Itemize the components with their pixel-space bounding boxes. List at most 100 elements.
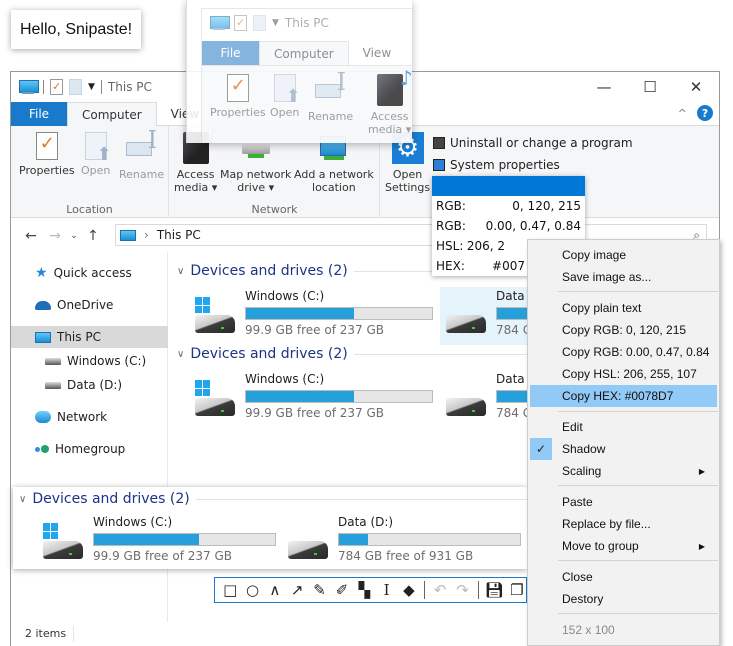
map-drive-label-1: Map network: [220, 168, 292, 181]
tab-file[interactable]: File: [11, 102, 67, 126]
pencil-tool-icon[interactable]: ✎: [310, 580, 328, 600]
menu-item-move-to-group[interactable]: Move to group ▶: [530, 535, 717, 557]
pasted-drives-image[interactable]: ∨ Devices and drives (2) Windows (C:) 99…: [13, 487, 536, 569]
menu-item-shadow[interactable]: ✓ Shadow: [530, 438, 717, 460]
toolbar-separator: [424, 581, 426, 599]
mosaic-tool-icon[interactable]: ▚: [355, 580, 373, 600]
drive-tile-c[interactable]: Windows (C:) 99.9 GB free of 237 GB: [189, 370, 437, 428]
nav-onedrive[interactable]: OneDrive: [11, 294, 168, 316]
drive-free-space: 99.9 GB free of 237 GB: [245, 323, 384, 337]
quick-access-toolbar: ▼ This PC: [19, 79, 152, 95]
menu-item-paste[interactable]: Paste: [530, 491, 717, 513]
menu-item-copy-hex[interactable]: Copy HEX: #0078D7: [530, 385, 717, 407]
properties-icon[interactable]: [50, 79, 63, 95]
save-icon[interactable]: 💾︎: [485, 580, 504, 600]
undo-icon[interactable]: ↶: [431, 580, 449, 600]
eraser-tool-icon[interactable]: ◆: [400, 580, 418, 600]
separator: [100, 80, 102, 94]
properties-icon: [234, 15, 247, 31]
system-links: Uninstall or change a program System pro…: [433, 132, 633, 176]
recent-dropdown-icon[interactable]: ⌄: [67, 231, 81, 241]
ghost-open: Open: [270, 74, 301, 119]
group-divider: [195, 498, 536, 500]
nav-label: This PC: [57, 330, 101, 344]
nav-homegroup[interactable]: Homegroup: [11, 438, 168, 460]
nav-this-pc[interactable]: This PC: [11, 326, 168, 348]
drive-name: Windows (C:): [245, 372, 325, 386]
forward-arrow-icon[interactable]: →: [43, 228, 67, 244]
text-tool-icon[interactable]: I: [377, 580, 395, 600]
ghost-title-bar: ▼ This PC: [210, 15, 329, 31]
rectangle-tool-icon[interactable]: □: [221, 580, 239, 600]
minimize-button[interactable]: —: [581, 72, 627, 102]
redo-icon[interactable]: ↷: [453, 580, 471, 600]
menu-item-copy-hsl[interactable]: Copy HSL: 206, 255, 107: [530, 363, 717, 385]
drive-icon: [446, 380, 488, 416]
submenu-arrow-icon: ▶: [698, 466, 705, 476]
toolbar-separator: [477, 581, 479, 599]
open-icon: [84, 132, 112, 161]
arrow-tool-icon[interactable]: ↗: [288, 580, 306, 600]
nav-network[interactable]: Network: [11, 406, 168, 428]
cloud-icon: [35, 300, 51, 310]
uninstall-program-link[interactable]: Uninstall or change a program: [433, 132, 633, 154]
nav-data-d[interactable]: Data (D:): [11, 374, 168, 396]
back-arrow-icon[interactable]: ←: [19, 228, 43, 244]
ribbon-group-location: Properties Open Rename Location: [11, 126, 169, 218]
menu-item-copy-rgb-float[interactable]: Copy RGB: 0.00, 0.47, 0.84: [530, 341, 717, 363]
uninstall-icon: [433, 137, 445, 149]
breadcrumb-this-pc[interactable]: This PC: [157, 228, 201, 242]
uninstall-label: Uninstall or change a program: [450, 136, 633, 150]
drive-icon: [45, 381, 61, 389]
rename-button[interactable]: Rename: [119, 132, 164, 181]
rename-icon: [314, 74, 347, 106]
help-icon[interactable]: ?: [697, 105, 713, 121]
drive-usage-bar: [93, 533, 276, 546]
marker-tool-icon[interactable]: ✐: [333, 580, 351, 600]
chevron-down-icon: ∨: [177, 348, 185, 360]
properties-button[interactable]: Properties: [19, 132, 75, 177]
ghost-rename: Rename: [308, 74, 353, 123]
drive-tile-c[interactable]: Windows (C:) 99.9 GB free of 237 GB: [189, 287, 437, 345]
pasted-ribbon-image[interactable]: ▼ This PC File Computer View Properties …: [186, 0, 412, 143]
rgb-float-row: RGB: 0.00, 0.47, 0.84: [436, 219, 581, 233]
nav-windows-c[interactable]: Windows (C:): [11, 350, 168, 372]
homegroup-icon: [35, 443, 49, 455]
menu-separator: [558, 291, 718, 292]
polyline-tool-icon[interactable]: ∧: [266, 580, 284, 600]
note-text: Hello, Snipaste!: [19, 20, 133, 38]
submenu-arrow-icon: ▶: [698, 541, 705, 551]
new-folder-icon[interactable]: [69, 79, 82, 95]
settings-label-2: Settings: [385, 181, 431, 194]
windows-drive-icon: [195, 297, 237, 333]
menu-item-close[interactable]: Close: [530, 566, 717, 588]
menu-item-destroy[interactable]: Destory: [530, 588, 717, 610]
copy-icon[interactable]: ❐: [508, 580, 526, 600]
nav-quick-access[interactable]: ★ Quick access: [11, 262, 168, 284]
menu-item-copy-rgb[interactable]: Copy RGB: 0, 120, 215: [530, 319, 717, 341]
group-label-network: Network: [251, 203, 298, 216]
properties-icon: [226, 74, 249, 102]
drive-icon: [446, 297, 488, 333]
menu-item-replace-by-file[interactable]: Replace by file...: [530, 513, 717, 535]
menu-item-scaling[interactable]: Scaling ▶: [530, 460, 717, 482]
up-arrow-icon[interactable]: ↑: [81, 228, 105, 244]
menu-item-copy-plain-text[interactable]: Copy plain text: [530, 297, 717, 319]
close-button[interactable]: ✕: [673, 72, 719, 102]
drive-icon: [45, 357, 61, 365]
menu-separator: [558, 560, 718, 561]
menu-item-edit[interactable]: Edit: [530, 416, 717, 438]
open-button[interactable]: Open: [81, 132, 112, 177]
tab-computer[interactable]: Computer: [67, 102, 157, 127]
group-header[interactable]: ∨ Devices and drives (2): [177, 346, 554, 362]
drive-tile-d[interactable]: Data (D:) 784 GB free of 931 GB: [440, 370, 684, 428]
menu-item-copy-image[interactable]: Copy image: [530, 244, 717, 266]
system-properties-link[interactable]: System properties: [433, 154, 633, 176]
menu-item-save-image-as[interactable]: Save image as...: [530, 266, 717, 288]
collapse-ribbon-icon[interactable]: ^: [678, 107, 687, 120]
maximize-button[interactable]: ☐: [627, 72, 673, 102]
pasted-text-note[interactable]: Hello, Snipaste!: [11, 10, 141, 49]
ellipse-tool-icon[interactable]: ○: [243, 580, 261, 600]
customize-dropdown-icon[interactable]: ▼: [88, 82, 95, 92]
drive-tile-d[interactable]: Data (D:) 784 GB free of 931 GB: [440, 287, 684, 345]
